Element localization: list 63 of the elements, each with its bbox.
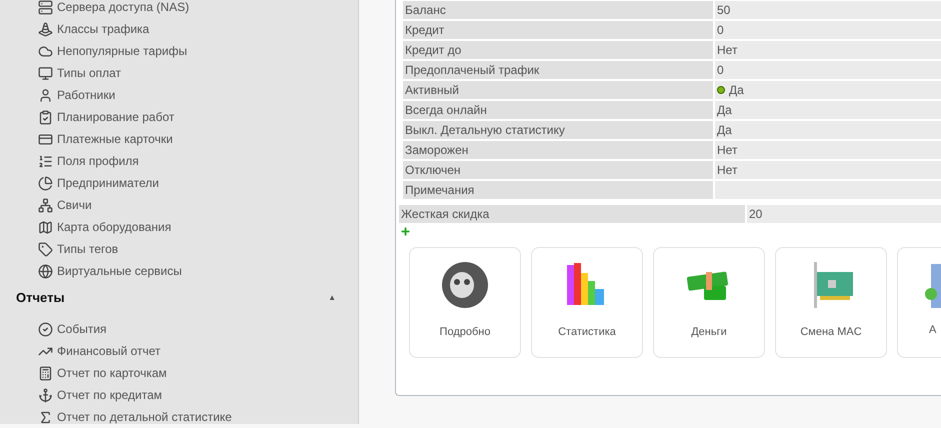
map-icon — [38, 220, 53, 234]
sidebar-item[interactable]: Виртуальные сервисы — [57, 262, 182, 280]
field-label: Отключен — [403, 161, 713, 179]
skull-ball-icon — [440, 260, 490, 310]
action-tile[interactable]: Статистика — [531, 247, 643, 358]
field-value: 50 — [715, 1, 941, 19]
sidebar-item[interactable]: Типы оплат — [57, 64, 122, 82]
field-value: Нет — [715, 41, 941, 59]
check-circle-icon — [38, 322, 53, 336]
field-label: Баланс — [403, 1, 713, 19]
sidebar-item[interactable]: Сервера доступа (NAS) — [57, 0, 190, 16]
field-value: Нет — [715, 161, 941, 179]
field-label: Кредит до — [403, 41, 713, 59]
pie-chart-icon — [38, 176, 53, 190]
tag-icon — [38, 242, 53, 256]
field-value: Да — [715, 121, 941, 139]
sigma-icon — [38, 410, 53, 424]
field-value: Нет — [715, 141, 941, 159]
field-label: Всегда онлайн — [403, 101, 713, 119]
field-value: Да — [715, 81, 941, 99]
action-tile[interactable]: А — [897, 247, 941, 358]
server-icon — [38, 0, 53, 14]
sidebar-item[interactable]: Классы трафика — [57, 20, 150, 38]
section-title: Отчеты — [16, 289, 65, 308]
sidebar-item[interactable]: Карта оборудования — [57, 218, 172, 236]
sidebar-item[interactable]: Планирование работ — [57, 108, 174, 126]
traffic-cone-icon — [38, 22, 53, 36]
sidebar-item[interactable]: Предприниматели — [57, 174, 159, 192]
field-label: Предоплаченый трафик — [403, 61, 713, 79]
action-tile[interactable]: Подробно — [409, 247, 521, 358]
field-label: Примечания — [403, 181, 713, 199]
sidebar-item[interactable]: Поля профиля — [57, 152, 139, 170]
person-icon — [38, 88, 53, 102]
sidebar-item[interactable]: Непопулярные тарифы — [57, 42, 188, 60]
field-value: Да — [715, 101, 941, 119]
sidebar-item[interactable]: Отчет по карточкам — [57, 364, 167, 382]
field-label: Жесткая скидка — [399, 205, 745, 223]
globe-icon — [38, 264, 53, 278]
field-label: Активный — [403, 81, 713, 99]
sidebar-item[interactable]: Отчет по детальной статистике — [57, 408, 232, 426]
plus-icon — [400, 226, 411, 237]
field-value: 0 — [715, 21, 941, 39]
sidebar-item[interactable]: Типы тегов — [57, 240, 118, 258]
collapse-toggle[interactable]: ▲ — [328, 292, 336, 304]
list-icon — [38, 154, 53, 168]
field-label: Заморожен — [403, 141, 713, 159]
add-button[interactable] — [400, 226, 411, 237]
cloud-icon — [38, 44, 53, 58]
sidebar-item[interactable]: Свичи — [57, 196, 92, 214]
sidebar-item[interactable]: Отчет по кредитам — [57, 386, 162, 404]
action-tile[interactable]: Деньги — [653, 247, 765, 358]
action-tile[interactable]: Смена MAC — [775, 247, 887, 358]
field-value: 20 — [747, 205, 941, 223]
clipboard-check-icon — [38, 110, 53, 124]
monitor-icon — [38, 66, 53, 80]
field-value: 0 — [715, 61, 941, 79]
card-icon — [38, 132, 53, 146]
sidebar-item[interactable]: События — [57, 320, 107, 338]
field-label: Выкл. Детальную статистику — [403, 121, 713, 139]
sidebar-item[interactable]: Финансовый отчет — [57, 342, 161, 360]
sidebar-item[interactable]: Платежные карточки — [57, 130, 173, 148]
field-label: Кредит — [403, 21, 713, 39]
sidebar-item[interactable]: Работники — [57, 86, 116, 104]
